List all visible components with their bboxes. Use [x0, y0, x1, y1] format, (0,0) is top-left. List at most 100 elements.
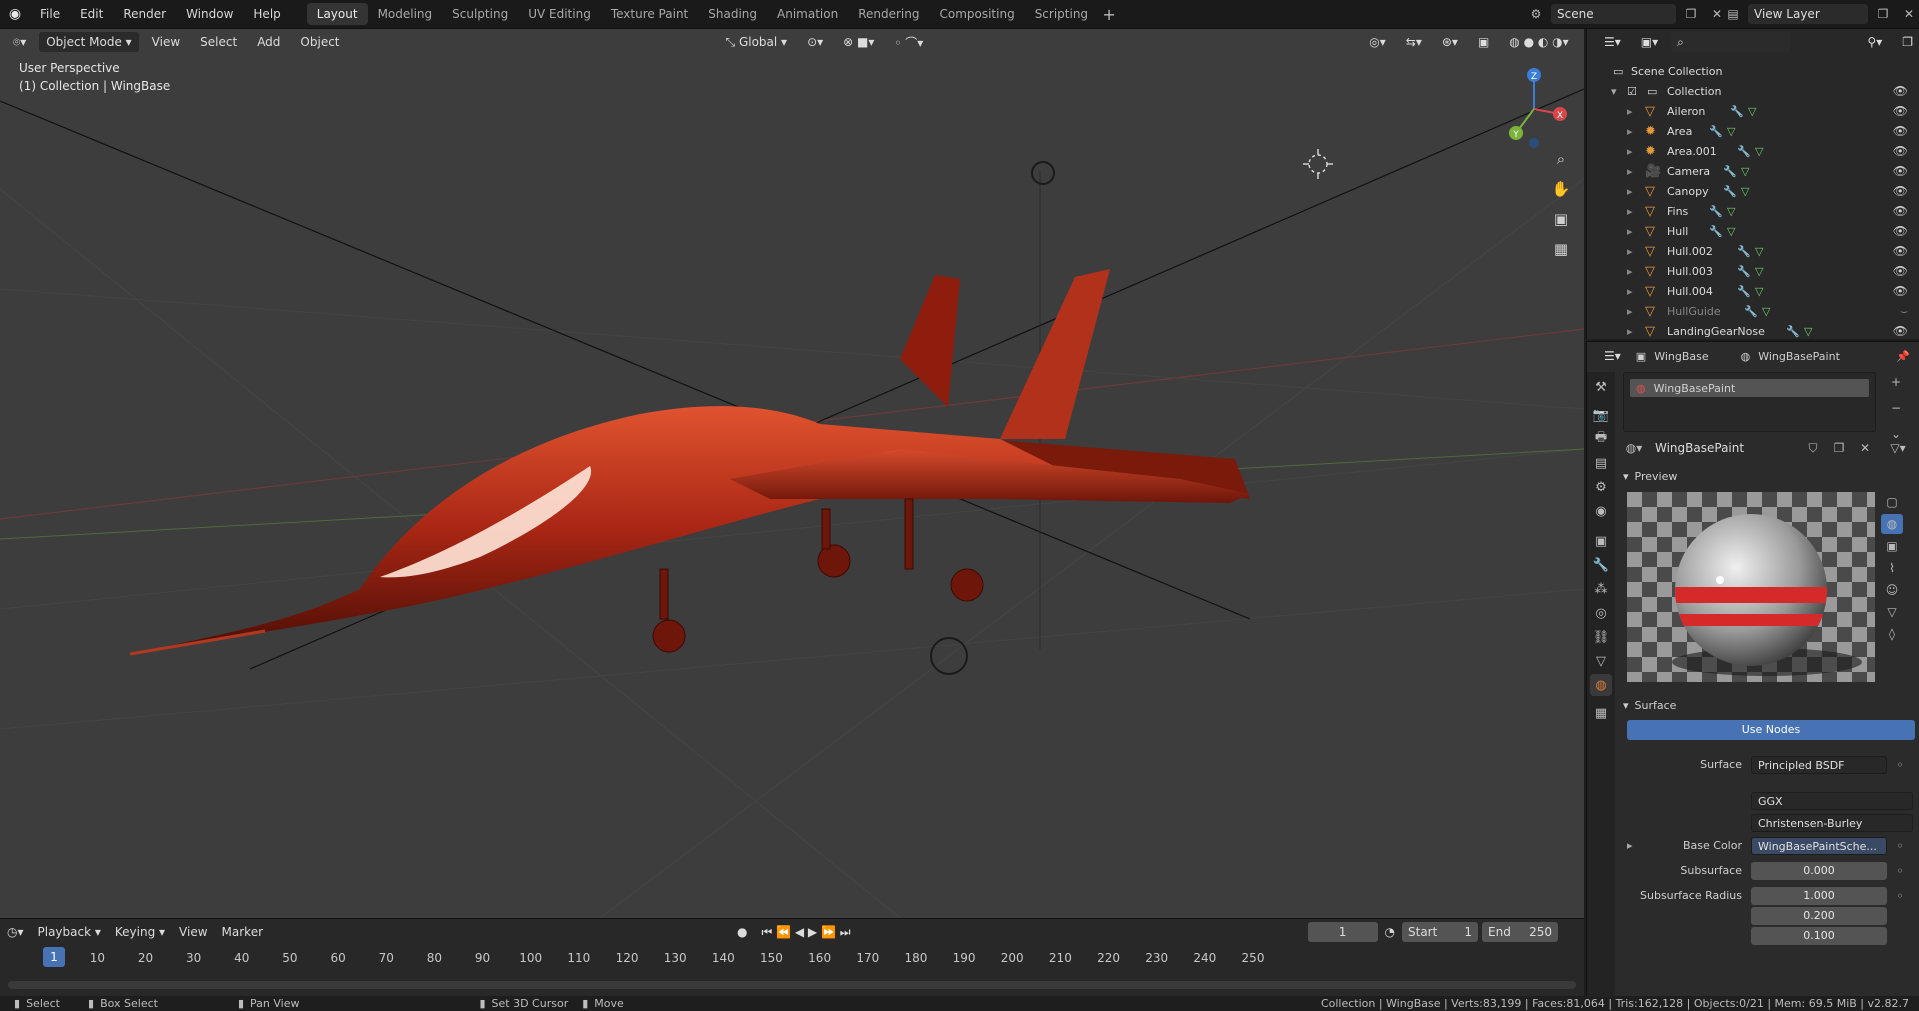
outliner-item[interactable]: ▸ ▽ Hull.002 🔧 ▽ 👁: [1587, 241, 1919, 261]
tab-object-icon[interactable]: ▣: [1590, 530, 1612, 552]
item-expand-icon[interactable]: ▸: [1627, 265, 1633, 278]
outliner-item[interactable]: ▸ ✹ Area 🔧 ▽ 👁: [1587, 121, 1919, 141]
outliner-item[interactable]: ▸ ▽ HullGuide 🔧 ▽ ⌣: [1587, 301, 1919, 321]
use-nodes-button[interactable]: Use Nodes: [1627, 720, 1915, 740]
tab-sculpting[interactable]: Sculpting: [442, 3, 518, 25]
auto-keying-icon[interactable]: ◔: [1378, 922, 1402, 942]
tab-tool-icon[interactable]: ⚒: [1590, 376, 1612, 398]
add-slot-button[interactable]: +: [1885, 372, 1907, 392]
tab-constraints-icon[interactable]: ⛓: [1590, 626, 1612, 648]
tab-texture-paint[interactable]: Texture Paint: [601, 3, 698, 25]
xray-icon[interactable]: ▣: [1471, 32, 1496, 52]
mesh-data-icon[interactable]: ▽: [1755, 265, 1763, 278]
collection-eye-icon[interactable]: 👁: [1893, 84, 1908, 98]
subsurface-radius-y[interactable]: 0.200: [1751, 907, 1887, 925]
menu-window[interactable]: Window: [176, 0, 243, 29]
object-breadcrumb[interactable]: WingBase: [1654, 350, 1708, 363]
timeline-scrollbar[interactable]: [8, 981, 1576, 989]
outliner-item[interactable]: ▸ 🎥 Camera 🔧 ▽ 👁: [1587, 161, 1919, 181]
modifier-icon[interactable]: 🔧: [1709, 225, 1723, 238]
tab-data-icon[interactable]: ▽: [1590, 650, 1612, 672]
snap-icon[interactable]: ⊗ ■▾: [836, 32, 881, 52]
editor-type-icon[interactable]: ⌾▾: [6, 32, 33, 53]
menu-help[interactable]: Help: [243, 0, 290, 29]
collection-checkbox-icon[interactable]: ☑: [1627, 85, 1637, 98]
object-mode-dropdown[interactable]: Object Mode ▾: [39, 32, 139, 52]
material-slot-list[interactable]: ◍ WingBasePaint: [1623, 372, 1876, 432]
modifier-icon[interactable]: 🔧: [1730, 105, 1744, 118]
subsurface-method-dropdown[interactable]: Christensen-Burley: [1751, 814, 1913, 832]
item-expand-icon[interactable]: ▸: [1627, 305, 1633, 318]
item-expand-icon[interactable]: ▸: [1627, 205, 1633, 218]
timeline-menu-playback[interactable]: Playback ▾: [31, 922, 108, 942]
item-eye-icon[interactable]: 👁: [1893, 104, 1908, 118]
timeline-editor-icon[interactable]: ◷▾: [0, 922, 31, 942]
timeline-menu-view[interactable]: View: [172, 922, 214, 942]
surface-link-icon[interactable]: ◦: [1889, 755, 1911, 775]
blender-logo-icon[interactable]: ◉: [0, 6, 30, 22]
frame-ruler[interactable]: 1 10 20 30 40 50 60 70 80 90 100 110 120 130 140 150 160…: [8, 947, 1576, 971]
tab-physics-icon[interactable]: ◎: [1590, 602, 1612, 624]
outliner-item[interactable]: ▸ ▽ Hull.004 🔧 ▽ 👁: [1587, 281, 1919, 301]
item-eye-icon[interactable]: 👁: [1893, 204, 1908, 218]
outliner-item[interactable]: ▸ ▽ Aileron 🔧 ▽ 👁: [1587, 101, 1919, 121]
subsurface-radius-x[interactable]: 1.000: [1751, 887, 1887, 905]
copy-scene-icon[interactable]: ❐: [1680, 4, 1702, 24]
copy-view-layer-icon[interactable]: ❐: [1872, 4, 1894, 24]
filter-icon[interactable]: ⚲▾: [1860, 32, 1889, 52]
outliner-item[interactable]: ▸ ▽ Hull.003 🔧 ▽ 👁: [1587, 261, 1919, 281]
tab-modeling[interactable]: Modeling: [368, 3, 443, 25]
proportional-edit-icon[interactable]: ◦ ⌒▾: [887, 31, 930, 54]
tab-shading[interactable]: Shading: [698, 3, 767, 25]
preview-cube-icon[interactable]: ▣: [1881, 536, 1903, 556]
preview-flat-icon[interactable]: ▢: [1881, 492, 1903, 512]
item-eye-icon[interactable]: 👁: [1893, 324, 1908, 338]
mesh-data-icon[interactable]: ▽: [1741, 185, 1749, 198]
modifier-icon[interactable]: 🔧: [1786, 325, 1800, 338]
viewport-menu-add[interactable]: Add: [250, 32, 287, 52]
outliner-item[interactable]: ▸ ▽ LandingGearNose 🔧 ▽ 👁: [1587, 321, 1919, 341]
item-eye-icon[interactable]: 👁: [1893, 164, 1908, 178]
tab-scene-icon[interactable]: ⚙: [1590, 476, 1612, 498]
shading-modes[interactable]: ◍ ● ◐ ◑▾: [1502, 32, 1575, 52]
mesh-data-icon[interactable]: ▽: [1755, 245, 1763, 258]
link-mode-icon[interactable]: ▽▾: [1887, 438, 1909, 458]
tab-scripting[interactable]: Scripting: [1025, 3, 1098, 25]
record-icon[interactable]: ●: [730, 922, 754, 942]
tab-animation[interactable]: Animation: [767, 3, 848, 25]
item-eye-icon[interactable]: 👁: [1893, 224, 1908, 238]
timeline-menu-keying[interactable]: Keying ▾: [108, 922, 172, 942]
gizmo-toggle-icon[interactable]: ⇆▾: [1399, 32, 1429, 52]
outliner-scene-collection[interactable]: ▭ Scene Collection: [1587, 61, 1919, 81]
mesh-data-icon[interactable]: ▽: [1755, 145, 1763, 158]
modifier-icon[interactable]: 🔧: [1737, 265, 1751, 278]
tab-compositing[interactable]: Compositing: [929, 3, 1024, 25]
remove-view-layer-icon[interactable]: ✕: [1898, 4, 1919, 24]
item-expand-icon[interactable]: ▸: [1627, 245, 1633, 258]
preview-cloth-icon[interactable]: ▽: [1881, 602, 1903, 622]
mesh-data-icon[interactable]: ▽: [1727, 125, 1735, 138]
camera-view-icon[interactable]: ▣: [1548, 206, 1574, 232]
overlay-toggle-icon[interactable]: ⊛▾: [1435, 32, 1465, 52]
pin-icon[interactable]: 📌: [1896, 350, 1910, 363]
item-eye-icon[interactable]: 👁: [1893, 244, 1908, 258]
mesh-data-icon[interactable]: ▽: [1748, 105, 1756, 118]
transform-orientation-dropdown[interactable]: ⤡ Global ▾: [719, 32, 795, 53]
tab-world-icon[interactable]: ◉: [1590, 500, 1612, 522]
viewport-menu-object[interactable]: Object: [293, 32, 346, 52]
menu-file[interactable]: File: [30, 0, 70, 29]
item-eye-icon[interactable]: 👁: [1893, 124, 1908, 138]
subsurface-radius-z[interactable]: 0.100: [1751, 927, 1887, 945]
preview-monkey-icon[interactable]: ☺: [1881, 580, 1903, 600]
preview-panel-header[interactable]: ▾ Preview: [1623, 466, 1913, 486]
tab-uv-editing[interactable]: UV Editing: [518, 3, 601, 25]
navigation-gizmo[interactable]: Z X Y: [1500, 59, 1580, 149]
mesh-data-icon[interactable]: ▽: [1804, 325, 1812, 338]
mesh-data-icon[interactable]: ▽: [1755, 285, 1763, 298]
display-mode-icon[interactable]: ▣▾: [1634, 32, 1665, 52]
base-color-field[interactable]: WingBasePaintSche...: [1751, 837, 1887, 855]
item-expand-icon[interactable]: ▸: [1627, 125, 1633, 138]
menu-edit[interactable]: Edit: [70, 0, 113, 29]
outliner-collection[interactable]: ▾ ☑ ▭ Collection 👁: [1587, 81, 1919, 101]
collection-expand-icon[interactable]: ▾: [1611, 85, 1617, 98]
